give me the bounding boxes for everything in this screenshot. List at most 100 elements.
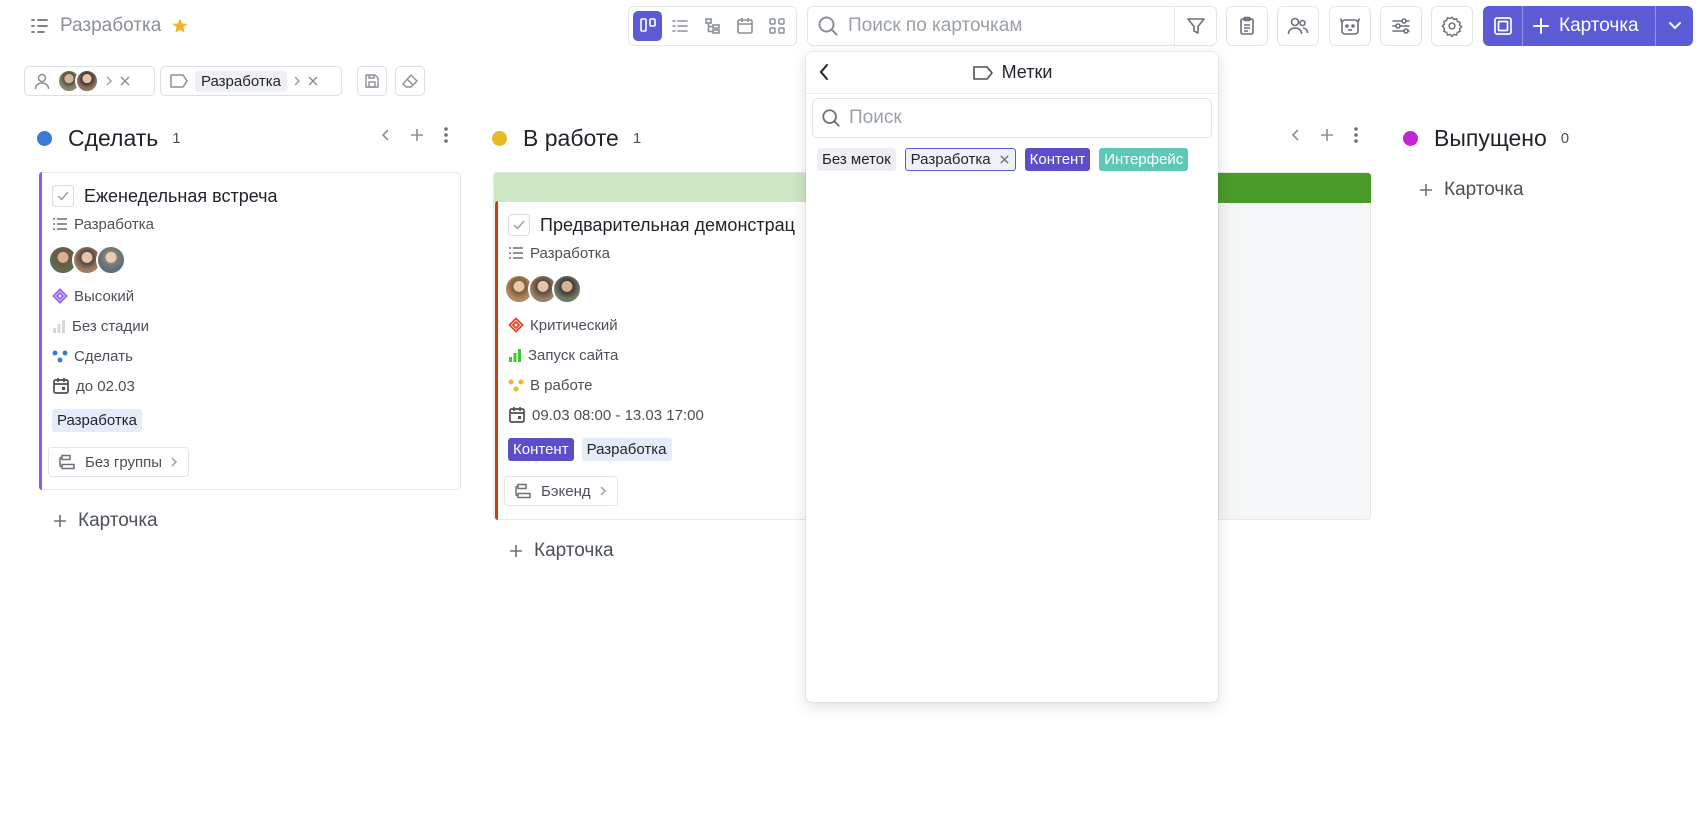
bear-icon (1339, 16, 1361, 36)
mascot-button[interactable] (1329, 6, 1371, 46)
priority-value: Высокий (74, 287, 135, 305)
plus-icon (1533, 18, 1549, 34)
search-input[interactable]: Поиск по карточкам (848, 15, 1174, 37)
floppy-disk-icon (364, 73, 380, 89)
card-search[interactable]: Поиск по карточкам (807, 6, 1217, 46)
add-card-button[interactable]: Карточка (508, 540, 614, 562)
list-menu-icon[interactable] (30, 17, 50, 35)
clipboard-button[interactable] (1226, 6, 1268, 46)
board-title: Разработка (30, 12, 189, 40)
chevron-left-icon[interactable] (381, 128, 391, 142)
clear-filter-button[interactable] (395, 66, 425, 96)
column-controls (1291, 126, 1359, 144)
search-icon (808, 15, 848, 37)
calendar-icon (736, 17, 754, 35)
plus-icon[interactable] (1319, 127, 1335, 143)
group-button[interactable]: Бэкенд (504, 476, 618, 506)
list-view-button[interactable] (665, 11, 694, 41)
label-badge: Контент (508, 438, 574, 461)
group-button[interactable]: Без группы (48, 447, 190, 477)
popover-header: Метки (806, 52, 1218, 94)
card-stage: Без стадии (52, 315, 149, 337)
complete-checkbox[interactable] (52, 185, 74, 207)
card-status: В работе (508, 374, 593, 396)
card-assignees (504, 274, 582, 304)
close-icon[interactable] (999, 154, 1010, 165)
add-card-button[interactable]: Карточка (52, 510, 158, 532)
close-icon[interactable] (307, 75, 319, 87)
status-dots-icon (52, 349, 68, 363)
label-option-selected[interactable]: Разработка (904, 148, 1016, 171)
status-value: Сделать (74, 347, 133, 365)
card-title-row: Еженедельная встреча (52, 185, 278, 207)
add-card-button[interactable]: Карточка (1418, 179, 1524, 201)
grid-icon (768, 17, 786, 35)
card-priority: Высокий (52, 285, 134, 307)
calendar-icon (508, 406, 526, 424)
save-filter-button[interactable] (357, 66, 387, 96)
label-option-interface[interactable]: Интерфейс (1099, 148, 1189, 171)
label-options: Без меток Разработка Контент Интерфейс (817, 148, 1218, 171)
signal-bars-icon (52, 319, 66, 333)
group-name: Бэкенд (541, 482, 591, 500)
group-icon (59, 454, 77, 470)
plus-icon[interactable] (409, 127, 425, 143)
more-vertical-icon[interactable] (1353, 126, 1359, 144)
column-header-in-progress: В работе 1 (492, 122, 641, 154)
group-icon (515, 483, 533, 499)
project-name: Разработка (74, 215, 154, 233)
calendar-view-button[interactable] (730, 11, 759, 41)
back-button[interactable] (818, 63, 830, 81)
list-icon (52, 217, 68, 231)
create-card-button[interactable]: Карточка (1523, 6, 1655, 46)
user-icon (33, 72, 51, 90)
card-title: Предварительная демонстрац (540, 214, 795, 235)
list-icon (671, 17, 689, 35)
add-card-label: Карточка (1444, 179, 1524, 200)
create-card-label: Карточка (1559, 15, 1639, 36)
label-option-content[interactable]: Контент (1024, 148, 1091, 171)
funnel-icon (1186, 16, 1206, 36)
chevron-right-icon (170, 456, 178, 468)
tree-view-button[interactable] (698, 11, 727, 41)
complete-checkbox[interactable] (508, 214, 530, 236)
display-settings-button[interactable] (1380, 6, 1422, 46)
status-value: В работе (530, 376, 593, 394)
create-dropdown-button[interactable] (1655, 6, 1693, 46)
more-vertical-icon[interactable] (443, 126, 449, 144)
close-icon[interactable] (119, 75, 131, 87)
label-filter-chip[interactable]: Разработка (160, 66, 342, 96)
labels-popover: Метки Поиск Без меток Разработка Контент… (806, 52, 1218, 702)
label-option-none[interactable]: Без меток (817, 148, 896, 171)
task-card[interactable]: Предварительная демонстрац Разработка Кр… (495, 201, 825, 520)
task-card[interactable]: Еженедельная встреча Разработка Высокий … (39, 172, 461, 490)
search-placeholder: Поиск (849, 107, 902, 128)
popover-title: Метки (1001, 62, 1053, 82)
status-dot (1403, 130, 1418, 146)
card-project: Разработка (52, 213, 154, 235)
chevron-left-icon[interactable] (1291, 128, 1301, 142)
star-icon[interactable] (171, 17, 189, 35)
label-badge: Разработка (581, 438, 672, 461)
kanban-view-button[interactable] (633, 11, 663, 41)
diamond-icon (52, 288, 68, 304)
label-search-input[interactable]: Поиск (812, 98, 1212, 138)
page-title: Разработка (60, 15, 162, 36)
priority-value: Критический (530, 316, 618, 334)
card-labels: Разработка (52, 409, 142, 432)
card-date: до 02.03 (52, 375, 135, 397)
card-template-button[interactable] (1483, 6, 1523, 46)
assignee-filter-chip[interactable] (24, 66, 155, 96)
card-assignees (48, 245, 126, 275)
users-icon (1287, 16, 1309, 36)
grid-view-button[interactable] (763, 11, 792, 41)
diamond-icon (508, 317, 524, 333)
stage-value: Запуск сайта (528, 346, 619, 364)
settings-button[interactable] (1431, 6, 1473, 46)
eraser-icon (401, 73, 419, 89)
column-count: 1 (632, 129, 642, 147)
card-title: Еженедельная встреча (84, 185, 278, 206)
filter-button[interactable] (1174, 7, 1216, 45)
members-button[interactable] (1277, 6, 1319, 46)
due-date: до 02.03 (76, 377, 135, 395)
